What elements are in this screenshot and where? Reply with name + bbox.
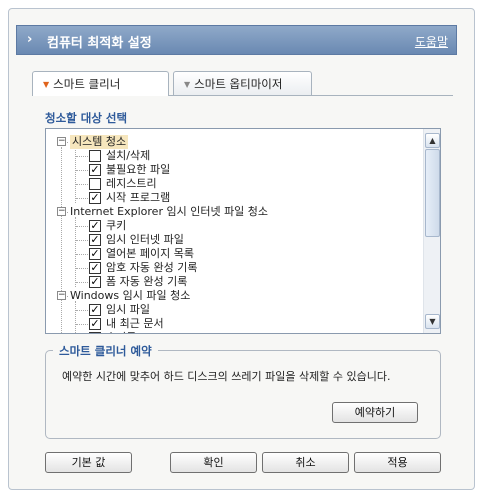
tree-item-label: 암호 자동 완성 기록 (106, 261, 198, 274)
tree-connector (76, 226, 88, 227)
tree-connector (76, 254, 88, 255)
cleanup-section-title: 청소할 대상 선택 (45, 111, 128, 125)
tree-group[interactable]: − Windows 임시 파일 청소 (46, 289, 423, 303)
tab-smart-optimizer[interactable]: ▼ 스마트 옵티마이저 (173, 71, 312, 95)
checkbox[interactable]: ✓ (89, 248, 101, 260)
tree-viewport: − 시스템 청소 설치/삭제 ✓ 불필요한 파일 레지스트리 ✓ 시작 프로그램 − Intern… (46, 129, 423, 333)
tree-connector (76, 156, 88, 157)
scroll-down-button[interactable]: ▼ (425, 314, 440, 329)
tree-group-label: 시스템 청소 (70, 135, 129, 149)
tree-item-label: 시작 프로그램 (106, 191, 171, 204)
tree-connector (76, 184, 88, 185)
checkbox[interactable]: ✓ (89, 192, 101, 204)
tree-item[interactable]: ✓ 암호 자동 완성 기록 (46, 261, 423, 275)
scroll-thumb[interactable] (425, 149, 440, 237)
apply-button[interactable]: 적용 (354, 452, 441, 473)
default-button[interactable]: 기본 값 (45, 452, 132, 473)
checkbox[interactable]: ✓ (89, 304, 101, 316)
checkbox[interactable]: ✓ (89, 164, 101, 176)
tree-item[interactable]: ✓ 열어본 페이지 목록 (46, 247, 423, 261)
tree-item-label: 열어본 페이지 목록 (106, 247, 194, 260)
collapse-icon[interactable]: − (57, 137, 66, 146)
tree-connector (76, 310, 88, 311)
checkbox[interactable]: ✓ (89, 262, 101, 274)
help-link[interactable]: 도움말 (415, 33, 448, 50)
tree-item-label: 쿠키 (106, 219, 127, 232)
checkbox[interactable]: ✓ (89, 318, 101, 330)
checkbox[interactable] (89, 150, 101, 162)
tree-connector (76, 324, 88, 325)
checkbox[interactable]: ✓ (89, 234, 101, 246)
cleanup-tree[interactable]: − 시스템 청소 설치/삭제 ✓ 불필요한 파일 레지스트리 ✓ 시작 프로그램 − Intern… (45, 128, 441, 334)
checkbox[interactable]: ✓ (89, 332, 101, 333)
tree-group[interactable]: − 시스템 청소 (46, 135, 423, 149)
tree-connector (76, 170, 88, 171)
tree-group[interactable]: − Internet Explorer 임시 인터넷 파일 청소 (46, 205, 423, 219)
triangle-down-icon: ▼ (43, 80, 50, 89)
schedule-group (45, 350, 441, 439)
tree-connector (76, 198, 88, 199)
checkbox[interactable]: ✓ (89, 220, 101, 232)
tree-connector (76, 282, 88, 283)
tree-item[interactable]: 설치/삭제 (46, 149, 423, 163)
tree-item-label: 내 최근 문서 (106, 317, 164, 330)
schedule-description: 예약한 시간에 맞추어 하드 디스크의 쓰레기 파일을 삭제할 수 있습니다. (62, 370, 391, 383)
cancel-button[interactable]: 취소 (262, 452, 349, 473)
tree-item-label: 폼 자동 완성 기록 (106, 275, 188, 288)
tree-item-label: 설치/삭제 (106, 149, 151, 162)
tree-item-label: 임시 파일 (106, 303, 150, 316)
title-bar: › 컴퓨터 최적화 설정 도움말 (16, 25, 457, 55)
scroll-up-button[interactable]: ▲ (425, 133, 440, 148)
tree-item[interactable]: ✓ 임시 인터넷 파일 (46, 233, 423, 247)
triangle-down-icon: ▼ (184, 80, 191, 89)
ok-button[interactable]: 확인 (170, 452, 257, 473)
tree-item[interactable]: ✓ 내 최근 문서 (46, 317, 423, 331)
chevron-right-icon: › (27, 32, 33, 47)
tree-item[interactable]: 레지스트리 (46, 177, 423, 191)
tree-item-label: 불필요한 파일 (106, 163, 171, 176)
tree-connector (76, 240, 88, 241)
tree-item-label: 레지스트리 (106, 177, 157, 190)
checkbox[interactable]: ✓ (89, 276, 101, 288)
schedule-button[interactable]: 예약하기 (332, 402, 418, 423)
tree-item[interactable]: ✓ 불필요한 파일 (46, 163, 423, 177)
tree-connector (76, 268, 88, 269)
schedule-title: 스마트 클리너 예약 (53, 343, 158, 359)
collapse-icon[interactable]: − (57, 291, 66, 300)
tree-item-label: 휴지통 (106, 331, 136, 333)
tree-item[interactable]: ✓ 임시 파일 (46, 303, 423, 317)
tab-label: 스마트 클리너 (53, 77, 121, 91)
tree-item-label: 임시 인터넷 파일 (106, 233, 184, 246)
tree-item[interactable]: ✓ 쿠키 (46, 219, 423, 233)
tree-item[interactable]: ✓ 폼 자동 완성 기록 (46, 275, 423, 289)
tab-label: 스마트 옵티마이저 (194, 77, 283, 91)
tree-group-label: Windows 임시 파일 청소 (70, 289, 191, 302)
window-title: 컴퓨터 최적화 설정 (47, 36, 152, 51)
tab-smart-cleaner[interactable]: ▼ 스마트 클리너 (32, 71, 169, 96)
tree-scrollbar[interactable]: ▲ ▼ (423, 129, 440, 333)
tree-item[interactable]: ✓ 시작 프로그램 (46, 191, 423, 205)
tree-group-label: Internet Explorer 임시 인터넷 파일 청소 (70, 205, 269, 218)
checkbox[interactable] (89, 178, 101, 190)
tree-item[interactable]: ✓ 휴지통 (46, 331, 423, 333)
collapse-icon[interactable]: − (57, 207, 66, 216)
